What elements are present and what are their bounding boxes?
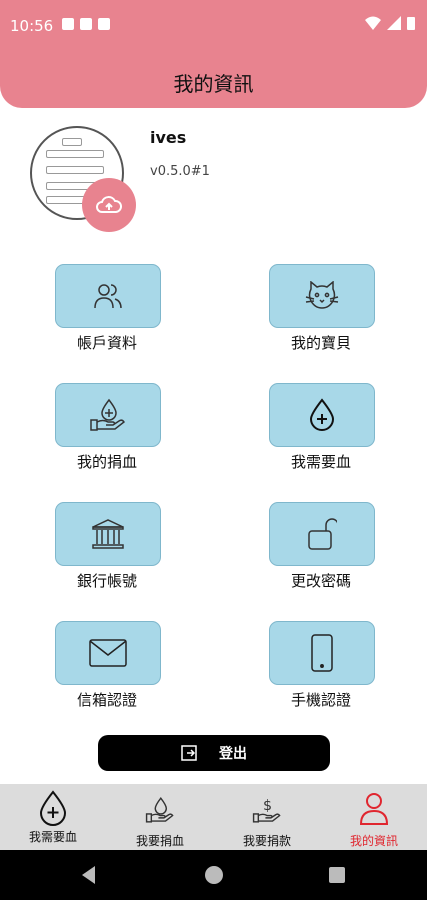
nav-my-info[interactable]: 我的資訊 xyxy=(321,784,427,850)
person-icon xyxy=(359,793,389,825)
my-pets-label: 我的寶貝 xyxy=(290,334,351,352)
hand-blood-drop-icon xyxy=(145,797,174,823)
unlock-icon xyxy=(308,518,337,550)
signal-icon xyxy=(387,16,401,30)
notification-icon xyxy=(98,18,110,30)
back-icon[interactable] xyxy=(82,866,95,884)
need-blood-label: 我需要血 xyxy=(290,453,351,471)
blood-drop-plus-icon xyxy=(39,790,67,826)
wifi-icon xyxy=(365,16,381,30)
my-donations-label: 我的捐血 xyxy=(76,453,137,471)
app-version: v0.5.0#1 xyxy=(150,164,210,179)
notification-icon xyxy=(62,18,74,30)
recent-apps-icon[interactable] xyxy=(329,867,345,883)
notification-icon xyxy=(80,18,92,30)
bank-account-button[interactable] xyxy=(55,502,161,566)
notification-icons xyxy=(62,18,110,30)
bottom-navigation: 我需要血 我要捐血 $ 我要捐款 我的資訊 xyxy=(0,784,427,850)
username: ives xyxy=(150,128,187,147)
phone-verify-label: 手機認證 xyxy=(290,691,351,709)
system-status-icons xyxy=(365,16,415,30)
my-donations-button[interactable] xyxy=(55,383,161,447)
status-time: 10:56 xyxy=(10,17,54,35)
upload-avatar-button[interactable] xyxy=(82,178,136,232)
status-bar: 10:56 xyxy=(0,0,427,52)
users-icon xyxy=(94,284,122,309)
hand-dollar-icon: $ xyxy=(252,798,281,823)
nav-label: 我需要血 xyxy=(28,830,77,844)
account-profile-button[interactable] xyxy=(55,264,161,328)
app-bar: 我的資訊 xyxy=(0,52,427,108)
need-blood-button[interactable] xyxy=(269,383,375,447)
nav-label: 我要捐血 xyxy=(135,834,184,848)
hand-blood-drop-icon xyxy=(90,398,126,431)
exit-icon xyxy=(181,745,197,761)
nav-donate-blood[interactable]: 我要捐血 xyxy=(107,784,213,850)
system-navigation-bar xyxy=(0,850,427,900)
nav-need-blood[interactable]: 我需要血 xyxy=(0,784,106,850)
cloud-upload-icon xyxy=(96,196,122,213)
cat-icon xyxy=(305,281,339,309)
email-verify-button[interactable] xyxy=(55,621,161,685)
home-icon[interactable] xyxy=(205,866,223,884)
logout-button[interactable]: 登出 xyxy=(98,735,330,771)
battery-icon xyxy=(407,17,415,30)
change-password-label: 更改密碼 xyxy=(290,572,351,590)
bank-icon xyxy=(92,519,124,549)
nav-label: 我的資訊 xyxy=(349,834,398,848)
bank-account-label: 銀行帳號 xyxy=(76,572,137,590)
logout-label: 登出 xyxy=(219,746,247,762)
change-password-button[interactable] xyxy=(269,502,375,566)
svg-text:$: $ xyxy=(263,798,272,814)
nav-label: 我要捐款 xyxy=(242,834,291,848)
envelope-icon xyxy=(89,639,127,667)
smartphone-icon xyxy=(311,634,333,672)
page-title: 我的資訊 xyxy=(173,72,254,96)
nav-donate-money[interactable]: $ 我要捐款 xyxy=(214,784,320,850)
my-pets-button[interactable] xyxy=(269,264,375,328)
email-verify-label: 信箱認證 xyxy=(76,691,137,709)
blood-drop-plus-icon xyxy=(309,398,335,431)
phone-verify-button[interactable] xyxy=(269,621,375,685)
account-profile-label: 帳戶資料 xyxy=(76,334,137,352)
